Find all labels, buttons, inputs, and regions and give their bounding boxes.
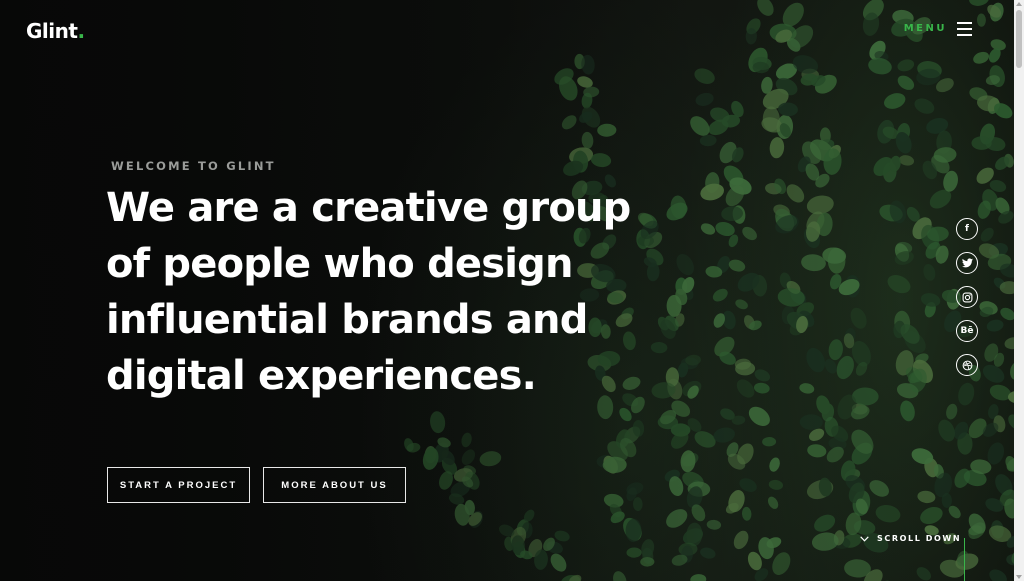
hamburger-icon	[957, 22, 972, 36]
scroll-down-label: SCROLL DOWN	[877, 534, 962, 543]
menu-toggle[interactable]: MENU	[903, 22, 972, 36]
instagram-icon[interactable]	[956, 286, 978, 308]
facebook-glyph: f	[965, 224, 969, 234]
social-links: f Bē	[956, 218, 978, 376]
page-scrollbar[interactable]	[1014, 0, 1024, 581]
facebook-icon[interactable]: f	[956, 218, 978, 240]
menu-label: MENU	[903, 23, 947, 34]
chevron-down-icon	[860, 535, 869, 542]
logo[interactable]: Glint.	[26, 19, 85, 43]
dribbble-icon[interactable]	[956, 354, 978, 376]
scroll-down-link[interactable]: SCROLL DOWN	[860, 534, 961, 543]
scroll-up-arrow[interactable]	[1016, 2, 1022, 6]
more-about-us-button[interactable]: MORE ABOUT US	[263, 467, 406, 503]
start-project-button[interactable]: START A PROJECT	[107, 467, 250, 503]
hero-headline: We are a creative group of people who de…	[106, 185, 631, 399]
hero-eyebrow: WELCOME TO GLINT	[111, 159, 276, 173]
hero-section: Glint. MENU WELCOME TO GLINT We are a cr…	[0, 0, 1014, 581]
behance-glyph: Bē	[960, 326, 974, 336]
logo-text: Glint	[26, 19, 78, 43]
scroll-indicator-line	[964, 538, 965, 581]
logo-dot: .	[77, 19, 85, 43]
behance-icon[interactable]: Bē	[956, 320, 978, 342]
twitter-icon[interactable]	[956, 252, 978, 274]
scrollbar-thumb[interactable]	[1016, 10, 1022, 68]
scroll-down-arrow[interactable]	[1016, 575, 1022, 579]
